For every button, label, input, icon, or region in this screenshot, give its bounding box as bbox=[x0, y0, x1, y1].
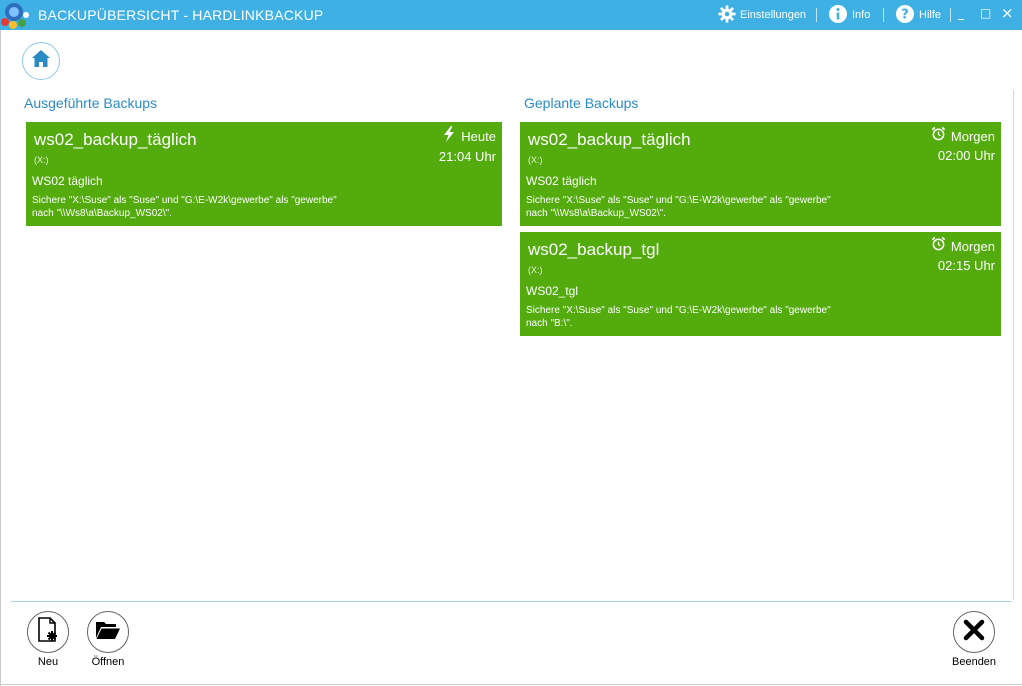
close-icon bbox=[962, 618, 986, 646]
close-window-button[interactable]: × bbox=[1001, 4, 1014, 22]
backup-time: 02:15 Uhr bbox=[937, 258, 995, 273]
new-button[interactable]: Neu bbox=[26, 611, 70, 668]
backup-detail-line: Sichere "X:\Suse" als "Suse" und "G:\E-W… bbox=[32, 195, 337, 206]
info-button[interactable]: Info bbox=[828, 4, 870, 26]
executed-backups-title: Ausgeführte Backups bbox=[24, 95, 158, 111]
window-border bbox=[0, 684, 1022, 685]
backup-description: WS02_tgl bbox=[526, 284, 579, 298]
backup-time-info: Heute 21:04 Uhr bbox=[439, 126, 496, 166]
backup-detail-line: nach "B:\". bbox=[526, 318, 573, 329]
backup-detail-line: nach "\\Ws8\a\Backup_WS02\". bbox=[32, 208, 172, 219]
backup-name: ws02_backup_täglich bbox=[528, 130, 691, 149]
backup-day: Morgen bbox=[950, 128, 995, 144]
info-icon bbox=[828, 4, 848, 27]
quit-button[interactable]: Beenden bbox=[952, 611, 996, 668]
backup-description: WS02 täglich bbox=[526, 174, 597, 188]
backup-detail-line: Sichere "X:\Suse" als "Suse" und "G:\E-W… bbox=[526, 305, 831, 316]
alarm-clock-icon bbox=[931, 236, 946, 256]
quit-label: Beenden bbox=[952, 656, 997, 668]
content-border bbox=[1013, 90, 1014, 600]
title-bar: BACKUPÜBERSICHT - HARDLINKBACKUP Einstel… bbox=[0, 0, 1022, 30]
window-title: BACKUPÜBERSICHT - HARDLINKBACKUP bbox=[38, 7, 324, 23]
executed-backup-card[interactable]: ws02_backup_täglich (X:) WS02 täglich Si… bbox=[26, 122, 502, 226]
folder-open-icon bbox=[95, 619, 121, 645]
help-button[interactable]: ? Hilfe bbox=[895, 4, 941, 26]
titlebar-separator bbox=[816, 8, 817, 22]
maximize-button[interactable]: □ bbox=[980, 6, 991, 20]
backup-detail-line: Sichere "X:\Suse" als "Suse" und "G:\E-W… bbox=[526, 195, 831, 206]
open-button-circle[interactable] bbox=[87, 611, 129, 653]
toolbar-separator bbox=[11, 601, 1011, 602]
quit-button-circle[interactable] bbox=[953, 611, 995, 653]
backup-time-info: Morgen 02:00 Uhr bbox=[931, 126, 995, 165]
planned-backups-title: Geplante Backups bbox=[524, 95, 639, 111]
home-icon bbox=[30, 48, 52, 74]
backup-time-info: Morgen 02:15 Uhr bbox=[931, 236, 995, 275]
backup-detail: Sichere "X:\Suse" als "Suse" und "G:\E-W… bbox=[32, 194, 337, 220]
backup-drive: (X:) bbox=[528, 155, 543, 165]
settings-button[interactable]: Einstellungen bbox=[718, 4, 806, 26]
help-icon: ? bbox=[895, 4, 915, 27]
backup-detail: Sichere "X:\Suse" als "Suse" und "G:\E-W… bbox=[526, 194, 831, 220]
open-label: Öffnen bbox=[91, 656, 125, 668]
backup-detail-line: nach "\\Ws8\a\Backup_WS02\". bbox=[526, 208, 666, 219]
planned-backup-card[interactable]: ws02_backup_tgl (X:) WS02_tgl Sichere "X… bbox=[520, 232, 1001, 336]
settings-label: Einstellungen bbox=[740, 9, 807, 21]
backup-drive: (X:) bbox=[34, 155, 49, 165]
alarm-clock-icon bbox=[931, 126, 946, 146]
titlebar-separator bbox=[950, 8, 951, 22]
new-button-circle[interactable] bbox=[27, 611, 69, 653]
home-button[interactable] bbox=[22, 42, 60, 80]
info-label: Info bbox=[852, 9, 871, 21]
backup-description: WS02 täglich bbox=[32, 174, 103, 188]
backup-day: Heute bbox=[461, 129, 496, 144]
backup-name: ws02_backup_tgl bbox=[528, 240, 660, 259]
lightning-icon bbox=[442, 126, 456, 147]
minimize-button[interactable]: _ bbox=[958, 6, 964, 20]
window-border bbox=[0, 30, 1, 686]
new-document-icon bbox=[36, 617, 60, 647]
help-label: Hilfe bbox=[919, 9, 942, 21]
backup-drive: (X:) bbox=[528, 265, 543, 275]
backup-detail: Sichere "X:\Suse" als "Suse" und "G:\E-W… bbox=[526, 304, 831, 330]
new-label: Neu bbox=[37, 656, 59, 668]
titlebar-separator bbox=[883, 8, 884, 22]
gear-icon bbox=[718, 4, 736, 26]
planned-backup-card[interactable]: ws02_backup_täglich (X:) WS02 täglich Si… bbox=[520, 122, 1001, 226]
backup-time: 02:00 Uhr bbox=[937, 148, 995, 163]
svg-text:?: ? bbox=[901, 7, 909, 22]
app-logo-icon bbox=[0, 0, 32, 30]
backup-day: Morgen bbox=[950, 238, 995, 254]
backup-name: ws02_backup_täglich bbox=[34, 130, 197, 149]
backup-time: 21:04 Uhr bbox=[438, 149, 496, 164]
open-button[interactable]: Öffnen bbox=[86, 611, 130, 668]
